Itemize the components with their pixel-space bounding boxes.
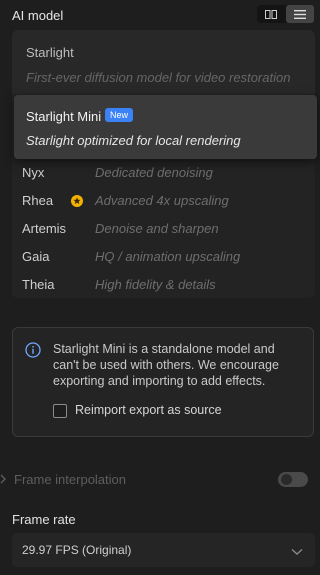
info-text: Starlight Mini is a standalone model and…: [53, 342, 279, 388]
grid-icon: [265, 9, 278, 19]
star-badge-icon: [71, 195, 83, 210]
model-item-theia[interactable]: Theia High fidelity & details: [12, 271, 315, 299]
list-icon: [293, 9, 306, 19]
model-item-rhea[interactable]: Rhea Advanced 4x upscaling: [12, 187, 315, 215]
frame-interpolation-row[interactable]: Frame interpolation: [0, 467, 320, 493]
model-item-nyx[interactable]: Nyx Dedicated denoising: [12, 159, 315, 187]
model-name: Artemis: [22, 221, 67, 236]
model-desc: Advanced 4x upscaling: [95, 193, 229, 208]
frame-interpolation-toggle[interactable]: [278, 472, 308, 487]
panel-title: AI model: [12, 8, 64, 23]
option-desc: Starlight optimized for local rendering: [26, 133, 241, 148]
frame-rate-label: Frame rate: [12, 512, 76, 527]
option-name: Starlight Mini: [26, 109, 102, 124]
panel-header: AI model: [0, 0, 320, 30]
view-toggle[interactable]: [257, 5, 314, 23]
model-desc: HQ / animation upscaling: [95, 249, 241, 264]
model-name: Nyx: [22, 165, 45, 180]
model-dropdown-option-starlight[interactable]: Starlight First-ever diffusion model for…: [12, 30, 315, 94]
model-name: Theia: [22, 277, 55, 292]
model-desc: Denoise and sharpen: [95, 221, 219, 236]
frame-interpolation-label: Frame interpolation: [14, 472, 126, 487]
chevron-down-icon: [291, 544, 303, 559]
model-name: Gaia: [22, 249, 50, 264]
model-item-artemis[interactable]: Artemis Denoise and sharpen: [12, 215, 315, 243]
new-badge: New: [105, 108, 134, 122]
model-desc: Dedicated denoising: [95, 165, 213, 180]
grid-view-button[interactable]: [257, 5, 286, 23]
model-name: Rhea: [22, 193, 54, 208]
toggle-knob: [281, 474, 292, 485]
reimport-checkbox-label[interactable]: Reimport export as source: [75, 403, 222, 417]
option-desc: First-ever diffusion model for video res…: [26, 70, 291, 85]
info-icon: [25, 342, 41, 361]
reimport-checkbox[interactable]: [53, 404, 67, 418]
chevron-right-icon[interactable]: [0, 473, 8, 488]
model-dropdown-option-starlight-mini[interactable]: Starlight Mini New Starlight optimized f…: [14, 95, 317, 159]
list-view-button[interactable]: [285, 5, 314, 23]
option-name: Starlight: [26, 45, 74, 60]
frame-rate-select[interactable]: 29.97 FPS (Original): [12, 533, 315, 567]
frame-rate-value: 29.97 FPS (Original): [22, 543, 132, 557]
model-item-gaia[interactable]: Gaia HQ / animation upscaling: [12, 243, 315, 271]
standalone-info-box: Starlight Mini is a standalone model and…: [12, 327, 314, 437]
model-desc: High fidelity & details: [95, 277, 216, 292]
